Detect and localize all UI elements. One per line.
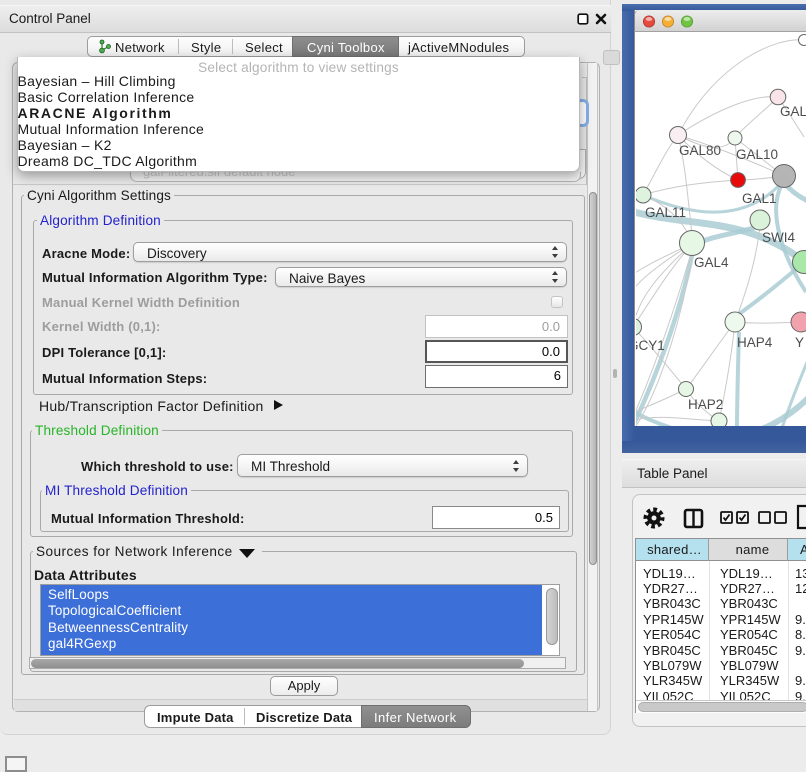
svg-text:GAL80: GAL80: [679, 143, 721, 158]
svg-text:GAL1: GAL1: [742, 191, 777, 206]
svg-text:Y: Y: [795, 335, 804, 350]
svg-text:GAL11: GAL11: [645, 205, 686, 220]
svg-text:GCY1: GCY1: [636, 338, 665, 353]
svg-text:GAL7: GAL7: [780, 104, 806, 119]
svg-text:HAP2: HAP2: [688, 397, 723, 412]
svg-text:SWI4: SWI4: [762, 230, 795, 245]
svg-text:HAP4: HAP4: [737, 335, 773, 350]
svg-text:GAL4: GAL4: [694, 255, 729, 270]
svg-text:GAL10: GAL10: [736, 147, 778, 162]
